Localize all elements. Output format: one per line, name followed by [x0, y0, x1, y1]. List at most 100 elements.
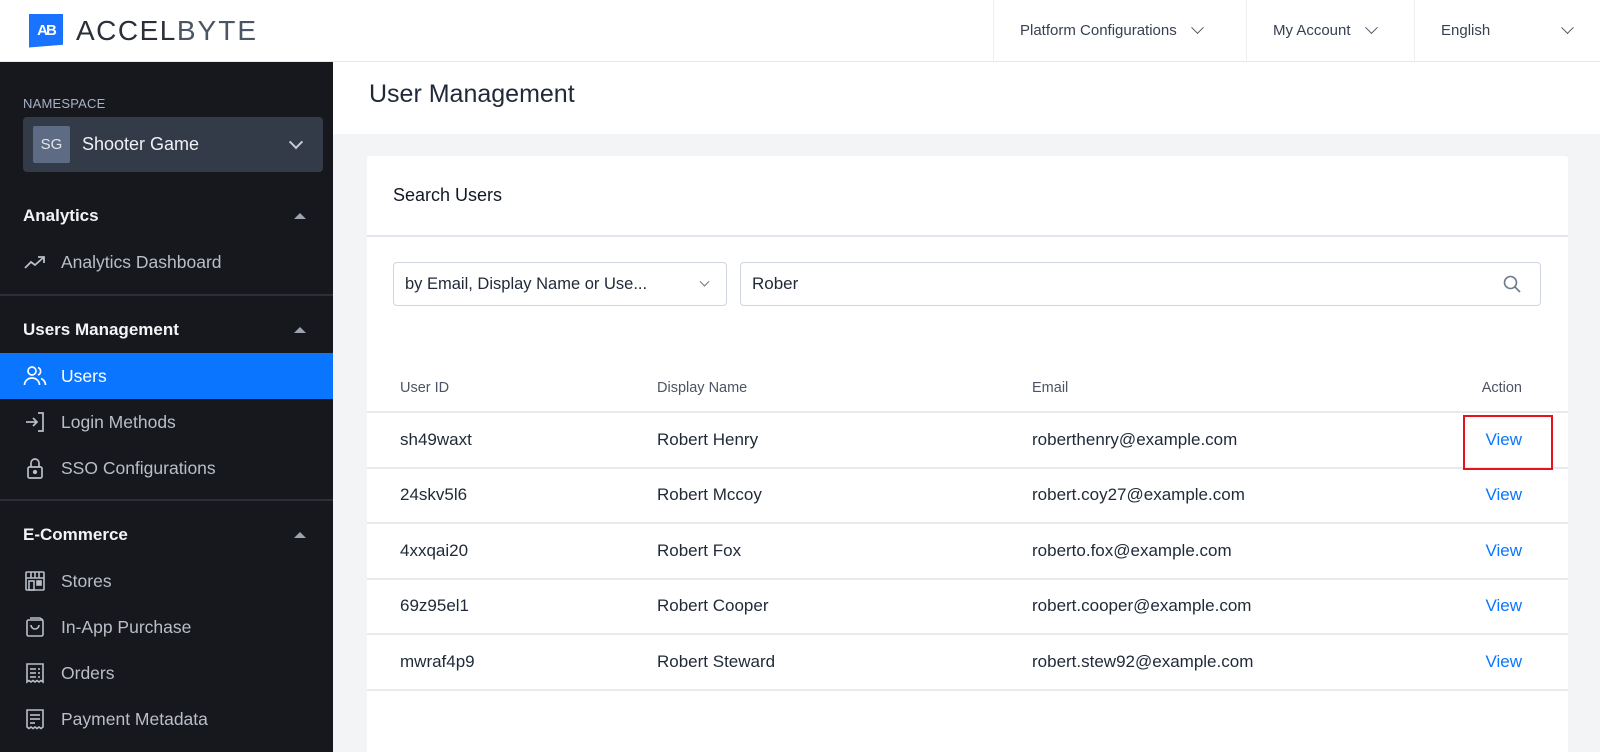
cell-email: roberthenry@example.com — [1032, 412, 1432, 469]
cell-email: roberto.fox@example.com — [1032, 523, 1432, 580]
my-account-label: My Account — [1273, 22, 1351, 39]
caret-up-icon — [294, 327, 306, 333]
language-menu[interactable]: English — [1414, 0, 1600, 62]
store-icon — [23, 569, 47, 593]
cell-user-id: mwraf4p9 — [367, 634, 657, 691]
namespace-label: NAMESPACE — [23, 96, 106, 111]
search-filter-value: by Email, Display Name or Use... — [405, 274, 648, 293]
sidebar-item-label: Login Methods — [61, 411, 176, 432]
view-user-link[interactable]: View — [1485, 485, 1522, 505]
top-bar: AB ACCELBYTE Platform Configurations My … — [0, 0, 1600, 62]
sidebar-item-stores[interactable]: Stores — [0, 558, 333, 604]
page-header: User Management — [333, 62, 1600, 134]
sidebar-item-label: Payment Metadata — [61, 708, 208, 729]
logo-text: ACCELBYTE — [76, 15, 258, 47]
login-icon — [23, 410, 47, 434]
search-filter-select[interactable]: by Email, Display Name or Use... — [393, 262, 727, 306]
accelbyte-logo-icon: AB — [29, 13, 63, 48]
view-user-link[interactable]: View — [1485, 596, 1522, 616]
search-users-card: Search Users by Email, Display Name or U… — [367, 156, 1568, 752]
sidebar-item-payment-metadata[interactable]: Payment Metadata — [0, 696, 333, 742]
logo-text-byte: BYTE — [176, 14, 259, 46]
view-user-link[interactable]: View — [1485, 652, 1522, 672]
view-user-link[interactable]: View — [1485, 541, 1522, 561]
sidebar-section-header-e-commerce[interactable]: E-Commerce — [0, 512, 333, 558]
cell-display-name: Robert Fox — [657, 523, 1032, 580]
sidebar-item-label: Orders — [61, 662, 115, 683]
cell-email: robert.stew92@example.com — [1032, 634, 1432, 691]
sidebar-item-label: In-App Purchase — [61, 616, 192, 637]
cell-action: View — [1432, 467, 1568, 524]
column-header-action: Action — [1432, 365, 1568, 413]
sidebar-item-orders[interactable]: Orders — [0, 650, 333, 696]
sidebar-section-header-users-management[interactable]: Users Management — [0, 307, 333, 353]
cell-action: View — [1432, 634, 1568, 691]
users-icon — [23, 364, 47, 388]
column-header-user-id[interactable]: User ID — [367, 365, 657, 413]
cell-action: View — [1432, 523, 1568, 580]
logo-text-accel: ACCEL — [76, 14, 177, 46]
search-icon[interactable] — [1502, 274, 1522, 294]
card-divider — [367, 235, 1568, 237]
receipt-icon — [23, 661, 47, 685]
cell-action: View — [1432, 578, 1568, 635]
sidebar-item-label: Analytics Dashboard — [61, 251, 222, 272]
cell-user-id: 69z95el1 — [367, 578, 657, 635]
language-label: English — [1441, 22, 1491, 39]
sidebar-section-header-analytics[interactable]: Analytics — [0, 193, 333, 239]
sidebar-item-label: Users — [61, 365, 107, 386]
view-user-link[interactable]: View — [1463, 414, 1553, 470]
search-input[interactable] — [741, 264, 1502, 304]
sidebar-item-label: Stores — [61, 570, 112, 591]
platform-configurations-menu[interactable]: Platform Configurations — [993, 0, 1246, 62]
sidebar-section-analytics: Analytics Analytics Dashboard — [0, 193, 333, 285]
card-title: Search Users — [393, 185, 503, 205]
sidebar-section-users-management: Users Management Users Login Methods SSO… — [0, 307, 333, 491]
cell-email: robert.cooper@example.com — [1032, 578, 1432, 635]
sidebar-item-sso-configurations[interactable]: SSO Configurations — [0, 445, 333, 491]
cell-user-id: sh49waxt — [367, 412, 657, 469]
cell-display-name: Robert Steward — [657, 634, 1032, 691]
table-row: sh49waxt Robert Henry roberthenry@exampl… — [367, 412, 1568, 470]
trending-up-icon — [23, 250, 47, 274]
table-row: 4xxqai20 Robert Fox roberto.fox@example.… — [367, 523, 1568, 580]
namespace-select[interactable]: SG Shooter Game — [23, 117, 323, 172]
my-account-menu[interactable]: My Account — [1246, 0, 1414, 62]
page-title: User Management — [369, 80, 575, 108]
cell-display-name: Robert Cooper — [657, 578, 1032, 635]
chevron-down-icon — [288, 134, 304, 149]
column-header-display-name[interactable]: Display Name — [657, 365, 1032, 413]
table-row: mwraf4p9 Robert Steward robert.stew92@ex… — [367, 634, 1568, 691]
sidebar: NAMESPACE SG Shooter Game Analytics Anal… — [0, 62, 333, 752]
cell-email: robert.coy27@example.com — [1032, 467, 1432, 524]
section-title: E-Commerce — [23, 525, 128, 544]
shopping-bag-icon — [23, 615, 47, 639]
sidebar-item-in-app-purchase[interactable]: In-App Purchase — [0, 604, 333, 650]
caret-up-icon — [294, 213, 306, 219]
sidebar-item-login-methods[interactable]: Login Methods — [0, 399, 333, 445]
cell-display-name: Robert Henry — [657, 412, 1032, 469]
section-title: Analytics — [23, 206, 99, 225]
caret-up-icon — [294, 532, 306, 538]
namespace-badge: SG — [33, 126, 70, 163]
table-row: 24skv5l6 Robert Mccoy robert.coy27@examp… — [367, 467, 1568, 524]
users-table: User ID Display Name Email Action sh49wa… — [367, 365, 1568, 691]
sidebar-item-analytics-dashboard[interactable]: Analytics Dashboard — [0, 239, 333, 285]
table-row: 69z95el1 Robert Cooper robert.cooper@exa… — [367, 578, 1568, 635]
chevron-down-icon — [1364, 21, 1378, 35]
lock-icon — [23, 456, 47, 480]
cell-display-name: Robert Mccoy — [657, 467, 1032, 524]
sidebar-item-users[interactable]: Users — [0, 353, 333, 399]
accelbyte-logo[interactable]: AB ACCELBYTE — [29, 0, 258, 62]
cell-action: View — [1432, 412, 1568, 470]
platform-configurations-label: Platform Configurations — [1020, 22, 1177, 39]
chevron-down-icon — [699, 276, 710, 287]
cell-user-id: 24skv5l6 — [367, 467, 657, 524]
chevron-down-icon — [1190, 21, 1204, 35]
top-nav: Platform Configurations My Account Engli… — [993, 0, 1600, 62]
column-header-email[interactable]: Email — [1032, 365, 1432, 413]
sidebar-section-e-commerce: E-Commerce Stores In-App Purchase Orders — [0, 512, 333, 742]
table-header-row: User ID Display Name Email Action — [367, 365, 1568, 413]
sidebar-item-label: SSO Configurations — [61, 457, 216, 478]
search-box — [740, 262, 1541, 306]
